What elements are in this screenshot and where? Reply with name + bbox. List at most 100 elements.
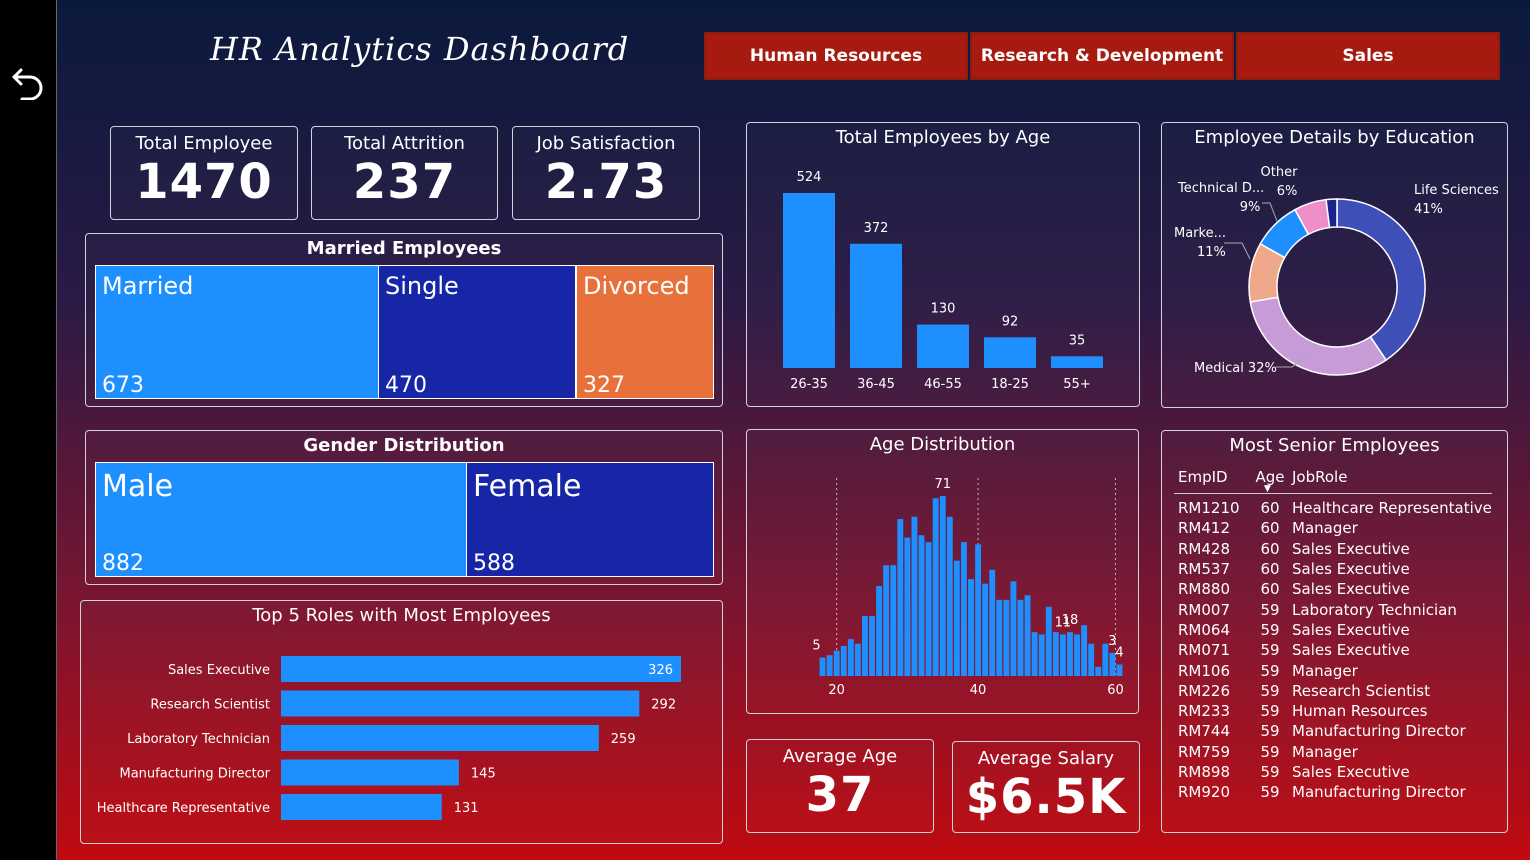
data-label: 71 (934, 477, 951, 492)
table-row[interactable]: RM106 59 Manager (1174, 660, 1492, 680)
histogram-bar[interactable] (932, 498, 939, 676)
bar-26-35[interactable] (783, 193, 835, 368)
table-row[interactable]: RM920 59 Manufacturing Director (1174, 782, 1492, 802)
table-cell: RM064 (1178, 620, 1230, 639)
histogram-bar[interactable] (975, 544, 982, 676)
table-cell: RM412 (1178, 519, 1230, 538)
histogram-bar[interactable] (989, 569, 996, 676)
treemap-cell-male[interactable]: Male 882 (95, 462, 468, 577)
table-cell: RM428 (1178, 539, 1230, 558)
slice-label: Marke... (1174, 226, 1226, 241)
histogram-bar[interactable] (1059, 634, 1066, 676)
column-header-empid[interactable]: EmpID (1174, 468, 1250, 486)
histogram-bar[interactable] (968, 579, 974, 676)
data-label: 326 (648, 663, 673, 678)
table-row[interactable]: RM428 60 Sales Executive (1174, 539, 1492, 559)
histogram-bar[interactable] (840, 646, 847, 676)
histogram-bar[interactable] (819, 657, 826, 676)
nav-button-research-development[interactable]: Research & Development (970, 32, 1234, 80)
table-row[interactable]: RM898 59 Sales Executive (1174, 762, 1492, 782)
histogram-bar[interactable] (897, 519, 904, 676)
senior-employees-card: Most Senior Employees EmpID Age ▼ JobRol… (1161, 430, 1508, 833)
bar-55+[interactable] (1051, 356, 1103, 368)
histogram-bar[interactable] (904, 537, 911, 676)
treemap-cell-married[interactable]: Married 673 (95, 265, 379, 399)
table-cell: Sales Executive (1292, 763, 1410, 781)
donut-slice[interactable] (1336, 198, 1426, 362)
table-row[interactable]: RM071 59 Sales Executive (1174, 640, 1492, 660)
bar-46-55[interactable] (917, 324, 969, 368)
slice-label: Medical 32% (1194, 361, 1277, 376)
bar-36-45[interactable] (850, 243, 902, 368)
table-cell: 60 (1260, 539, 1280, 558)
bar-18-25[interactable] (984, 337, 1036, 368)
histogram-bar[interactable] (1017, 599, 1024, 676)
histogram-bar[interactable] (946, 516, 953, 676)
employees-by-age-card: Total Employees by Age 524 26-35 372 36-45 1… (746, 122, 1140, 407)
histogram-bar[interactable] (925, 542, 932, 676)
histogram-bar[interactable] (1038, 634, 1045, 676)
table-cell: 60 (1260, 560, 1280, 579)
treemap-cell-divorced[interactable]: Divorced 327 (576, 265, 714, 399)
table-row[interactable]: RM233 59 Human Resources (1174, 701, 1492, 721)
treemap-cell-single[interactable]: Single 470 (378, 265, 576, 399)
histogram-bar[interactable] (1024, 595, 1031, 676)
histogram-bar[interactable] (1003, 599, 1010, 676)
table-row[interactable]: RM064 59 Sales Executive (1174, 620, 1492, 640)
histogram-bar[interactable] (869, 616, 875, 676)
table-row[interactable]: RM759 59 Manager (1174, 742, 1492, 762)
y-tick-label: Laboratory Technician (127, 732, 270, 747)
histogram-bar[interactable] (1095, 666, 1102, 676)
bar-laboratory-technician[interactable] (281, 725, 599, 751)
histogram-bar[interactable] (890, 565, 897, 676)
histogram-bar[interactable] (862, 616, 868, 676)
histogram-bar[interactable] (939, 496, 946, 676)
column-header-age[interactable]: Age ▼ (1250, 468, 1290, 494)
histogram-bar[interactable] (826, 655, 833, 676)
table-cell: RM744 (1178, 722, 1230, 741)
histogram-bar[interactable] (1081, 625, 1088, 676)
histogram-bar[interactable] (876, 586, 883, 676)
married-employees-card: Married Employees Married 673 Single 470… (85, 233, 723, 407)
histogram-bar[interactable] (847, 639, 854, 676)
table-row[interactable]: RM007 59 Laboratory Technician (1174, 599, 1492, 619)
histogram-bar[interactable] (1031, 632, 1038, 676)
table-cell: Laboratory Technician (1292, 600, 1457, 619)
histogram-bar[interactable] (982, 583, 989, 676)
bar-research-scientist[interactable] (281, 690, 640, 717)
treemap-cell-female[interactable]: Female 588 (466, 462, 714, 577)
nav-button-human-resources[interactable]: Human Resources (704, 32, 968, 80)
bar-sales-executive[interactable] (281, 656, 681, 682)
histogram-bar[interactable] (918, 535, 925, 676)
histogram-bar[interactable] (1074, 634, 1080, 676)
table-row[interactable]: RM537 60 Sales Executive (1174, 559, 1492, 579)
kpi-value: $6.5K (965, 769, 1127, 825)
histogram-bar[interactable] (883, 565, 890, 676)
table-row[interactable]: RM1210 60 Healthcare Representative (1174, 498, 1492, 518)
table-row[interactable]: RM226 59 Research Scientist (1174, 681, 1492, 701)
histogram-bar[interactable] (1088, 643, 1095, 676)
table-row[interactable]: RM744 59 Manufacturing Director (1174, 721, 1492, 741)
histogram-bar[interactable] (911, 516, 918, 676)
histogram-bar[interactable] (996, 599, 1003, 676)
histogram-bar[interactable] (960, 542, 967, 676)
table-row[interactable]: RM412 60 Manager (1174, 518, 1492, 538)
histogram-bar[interactable] (854, 643, 861, 676)
histogram-bar[interactable] (833, 650, 840, 676)
histogram-bar[interactable] (1052, 632, 1059, 676)
nav-button-sales[interactable]: Sales (1236, 32, 1500, 80)
table-row[interactable]: RM880 60 Sales Executive (1174, 579, 1492, 599)
histogram-bar[interactable] (953, 560, 960, 676)
back-arrow-icon[interactable] (10, 64, 46, 100)
histogram-bar[interactable] (1010, 581, 1017, 676)
x-tick-label: 40 (970, 683, 987, 698)
column-header-jobrole[interactable]: JobRole (1290, 468, 1492, 486)
bar-manufacturing-director[interactable] (281, 759, 459, 786)
table-cell: 59 (1260, 742, 1280, 761)
bar-healthcare-representative[interactable] (281, 794, 442, 820)
histogram-bar[interactable] (1116, 664, 1123, 676)
histogram-bar[interactable] (1045, 606, 1052, 676)
histogram-bar[interactable] (1067, 632, 1073, 676)
leader-line (1224, 242, 1251, 260)
table-cell: RM880 (1178, 580, 1230, 599)
